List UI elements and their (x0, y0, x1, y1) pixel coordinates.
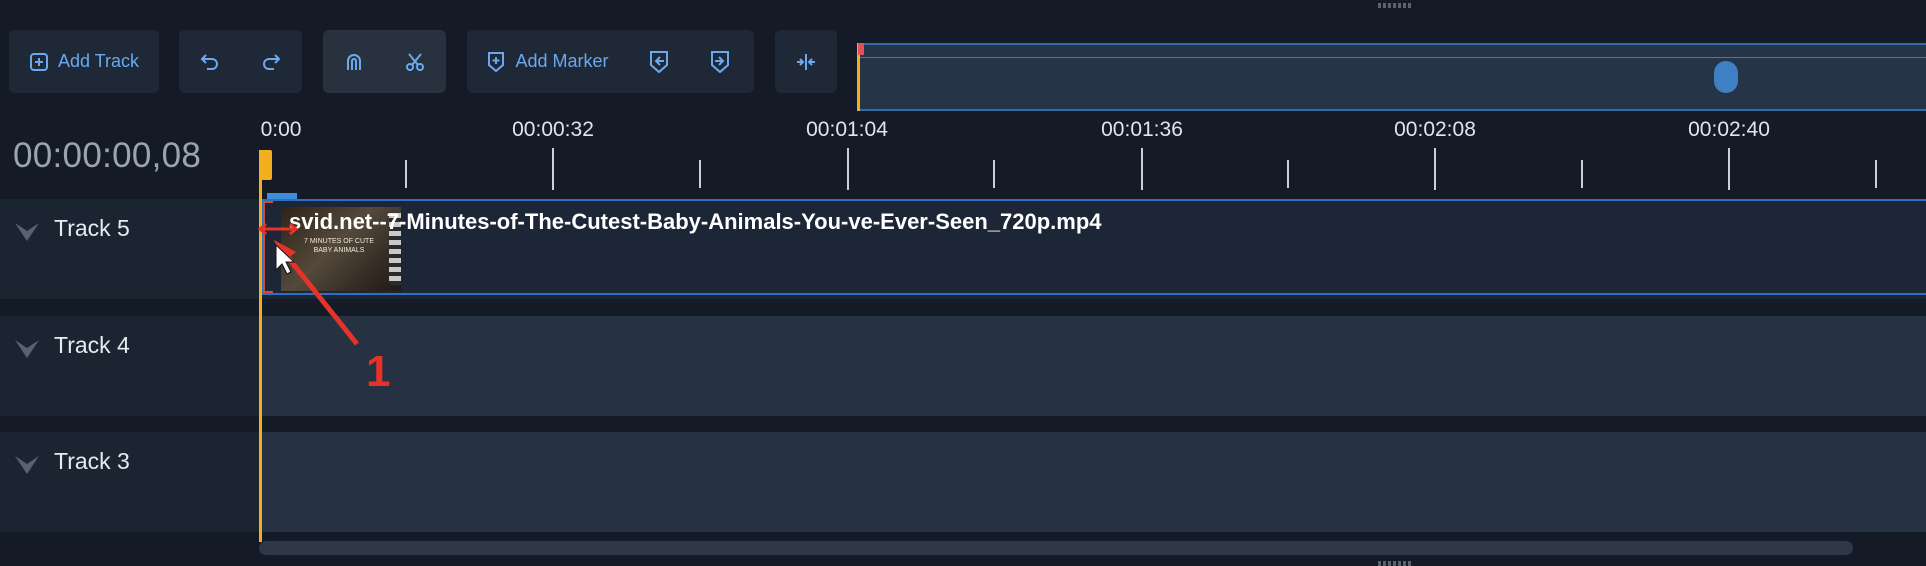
ruler-minor-tick (405, 160, 407, 188)
ruler-major-tick (847, 148, 849, 190)
track-lane-4[interactable] (259, 316, 1926, 416)
collapse-arrows-icon (795, 51, 817, 73)
time-ruler[interactable]: 0:00 00:00:32 00:01:04 00:01:36 00:02:08… (259, 112, 1926, 200)
track-name: Track 3 (54, 448, 130, 474)
overview-marker (858, 43, 864, 55)
ruler-label: 00:02:08 (1394, 118, 1476, 141)
clip-trim-handle[interactable] (263, 201, 273, 293)
ruler-major-tick (1434, 148, 1436, 190)
clip-filename: svid.net--7-Minutes-of-The-Cutest-Baby-A… (289, 209, 1102, 234)
track-name: Track 5 (54, 215, 130, 241)
scissors-icon (404, 51, 426, 73)
ruler-minor-tick (993, 160, 995, 188)
add-box-icon (29, 52, 49, 72)
add-track-label: Add Track (57, 51, 140, 71)
track-row-3: Track 3 (0, 432, 1926, 532)
next-marker-button[interactable] (689, 30, 751, 93)
cut-button[interactable] (384, 30, 446, 93)
ruler-minor-tick (699, 160, 701, 188)
ruler-label: 00:01:04 (806, 118, 888, 141)
ruler-label: 00:00:32 (512, 118, 594, 141)
chevron-down-icon[interactable] (14, 454, 40, 481)
timeline-overview[interactable] (857, 43, 1926, 111)
edit-tools-group (323, 30, 446, 93)
thumbnail-caption: 7 MINUTES OF CUTE BABY ANIMALS (303, 238, 374, 254)
add-marker-icon (486, 51, 506, 73)
add-track-group: Add Track (9, 30, 159, 93)
ruler-minor-tick (1287, 160, 1289, 188)
ruler-label: 0:00 (260, 118, 302, 141)
fit-group (775, 30, 837, 93)
playhead-line[interactable] (259, 150, 262, 542)
chevron-down-icon[interactable] (14, 338, 40, 365)
ruler-label: 00:01:36 (1101, 118, 1183, 141)
redo-button[interactable] (240, 30, 302, 93)
timeline-toolbar: Add Track Add Marker (0, 10, 1926, 120)
ruler-major-tick (1141, 148, 1143, 190)
video-clip[interactable]: 7 MINUTES OF CUTE BABY ANIMALS svid.net-… (261, 193, 1926, 295)
ruler-minor-tick (1581, 160, 1583, 188)
ruler-major-tick (552, 148, 554, 190)
magnet-icon (343, 51, 365, 73)
track-header-4[interactable]: Track 4 (0, 316, 259, 416)
add-marker-label: Add Marker (515, 51, 609, 71)
track-row-4: Track 4 (0, 316, 1926, 416)
track-header-3[interactable]: Track 3 (0, 432, 259, 532)
panel-resize-grip-top[interactable] (1378, 3, 1412, 8)
horizontal-scrollbar[interactable] (259, 541, 1853, 555)
previous-marker-icon (648, 50, 670, 74)
track-lane-3[interactable] (259, 432, 1926, 532)
ruler-minor-tick (1875, 160, 1877, 188)
annotation-number: 1 (366, 347, 391, 396)
redo-icon (260, 51, 282, 73)
next-marker-icon (709, 50, 731, 74)
ruler-label: 00:02:40 (1688, 118, 1770, 141)
add-marker-button[interactable]: Add Marker (475, 30, 620, 93)
ruler-major-tick (1728, 148, 1730, 190)
marker-group: Add Marker (467, 30, 754, 93)
track-name: Track 4 (54, 332, 130, 358)
clip-selection-bar (267, 193, 297, 199)
overview-handle[interactable] (1714, 61, 1738, 93)
track-header-5[interactable]: Track 5 (0, 199, 259, 299)
panel-resize-grip-bottom[interactable] (1378, 561, 1412, 566)
zoom-to-fit-button[interactable] (775, 30, 837, 93)
playhead-handle[interactable] (259, 150, 272, 180)
current-timecode: 00:00:00,08 (13, 136, 202, 175)
snap-magnet-button[interactable] (323, 30, 384, 93)
add-track-button[interactable]: Add Track (9, 30, 159, 93)
overview-line (857, 57, 1926, 58)
previous-marker-button[interactable] (629, 30, 689, 93)
undo-button[interactable] (179, 30, 240, 93)
history-group (179, 30, 302, 93)
undo-icon (199, 51, 221, 73)
chevron-down-icon[interactable] (14, 221, 40, 248)
